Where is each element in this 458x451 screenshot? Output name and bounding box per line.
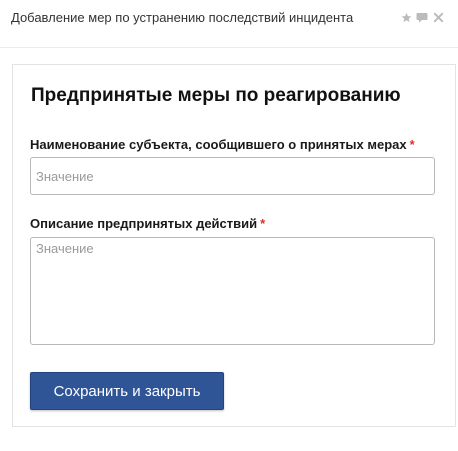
reporter-input[interactable]	[30, 157, 435, 195]
description-field-label: Описание предпринятых действий *	[30, 216, 265, 231]
titlebar-actions	[400, 11, 444, 23]
save-and-close-button[interactable]: Сохранить и закрыть	[30, 372, 224, 410]
reporter-field-label: Наименование субъекта, сообщившего о при…	[30, 137, 415, 152]
comment-icon[interactable]	[416, 11, 428, 23]
close-icon[interactable]	[432, 11, 444, 23]
dialog-titlebar: Добавление мер по устранению последствий…	[0, 0, 458, 48]
required-marker: *	[260, 216, 266, 231]
reporter-field-label-text: Наименование субъекта, сообщившего о при…	[30, 137, 407, 152]
description-textarea[interactable]	[30, 237, 435, 345]
dialog-title: Добавление мер по устранению последствий…	[11, 10, 354, 25]
required-marker: *	[409, 137, 415, 152]
dialog-window: Добавление мер по устранению последствий…	[0, 0, 458, 451]
form-panel: Предпринятые меры по реагированию Наимен…	[12, 64, 456, 427]
description-field-label-text: Описание предпринятых действий	[30, 216, 258, 231]
star-icon[interactable]	[400, 11, 412, 23]
section-heading: Предпринятые меры по реагированию	[31, 85, 401, 106]
